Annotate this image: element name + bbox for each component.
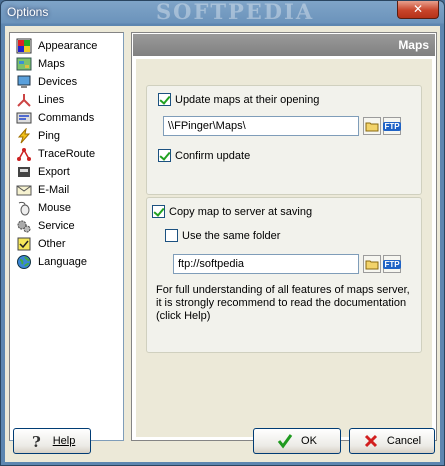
confirm-update-check[interactable] bbox=[158, 149, 171, 162]
help-button[interactable]: ? Help bbox=[13, 428, 91, 454]
update-maps-check[interactable] bbox=[158, 93, 171, 106]
nav-item-label: Export bbox=[38, 166, 70, 178]
nav-item-ping[interactable]: Ping bbox=[16, 127, 60, 145]
lightning-icon bbox=[16, 127, 32, 144]
copy-map-label: Copy map to server at saving bbox=[169, 205, 313, 218]
nav-item-maps[interactable]: Maps bbox=[16, 55, 65, 73]
nav-item-other[interactable]: Other bbox=[16, 235, 66, 253]
nav-item-email[interactable]: E-Mail bbox=[16, 181, 69, 199]
svg-text:?: ? bbox=[32, 433, 41, 449]
panel-body: Update maps at their opening \\FPinger\M… bbox=[136, 59, 432, 437]
copy-map-group: Copy map to server at saving Use the sam… bbox=[146, 197, 422, 353]
ftp-icon: FTP bbox=[383, 259, 401, 269]
checkmark-icon bbox=[277, 433, 293, 449]
nav-item-label: Ping bbox=[38, 130, 61, 142]
maps-settings-panel: Maps Update maps at their opening \\FPin… bbox=[131, 32, 437, 441]
dialog-client: Appearance Maps Devices Lines Commands P… bbox=[5, 26, 440, 462]
globe-icon bbox=[16, 254, 32, 270]
nav-item-devices[interactable]: Devices bbox=[16, 73, 77, 91]
ok-button[interactable]: OK bbox=[253, 428, 341, 454]
lines-icon bbox=[16, 92, 32, 108]
nav-item-language[interactable]: Language bbox=[16, 253, 87, 271]
nav-item-label: TraceRoute bbox=[38, 148, 96, 160]
cancel-label: Cancel bbox=[386, 435, 422, 447]
gears-icon bbox=[16, 218, 32, 234]
same-folder-checkbox[interactable]: Use the same folder bbox=[165, 229, 280, 242]
same-folder-check[interactable] bbox=[165, 229, 178, 242]
confirm-update-label: Confirm update bbox=[175, 149, 251, 162]
nav-item-mouse[interactable]: Mouse bbox=[16, 199, 71, 217]
help-label: Help bbox=[52, 435, 76, 447]
nav-item-label: Maps bbox=[38, 58, 65, 70]
export-icon bbox=[16, 164, 32, 180]
copy-map-checkbox[interactable]: Copy map to server at saving bbox=[152, 205, 312, 218]
options-window: Options SOFTPEDIA ✕ Appearance Maps Devi… bbox=[0, 0, 445, 466]
nav-item-export[interactable]: Export bbox=[16, 163, 70, 181]
nav-item-label: Devices bbox=[38, 76, 78, 88]
traceroute-icon bbox=[16, 146, 32, 162]
nav-item-lines[interactable]: Lines bbox=[16, 91, 64, 109]
nav-item-label: Appearance bbox=[38, 40, 98, 52]
nav-item-commands[interactable]: Commands bbox=[16, 109, 94, 127]
close-button[interactable]: ✕ bbox=[397, 1, 439, 19]
server-path-input[interactable]: ftp://softpedia bbox=[173, 254, 359, 274]
panel-title: Maps bbox=[133, 34, 435, 56]
email-icon bbox=[16, 182, 32, 198]
watermark: SOFTPEDIA bbox=[156, 0, 315, 24]
computer-icon bbox=[16, 74, 32, 90]
browse-folder-button[interactable] bbox=[363, 117, 381, 135]
update-maps-checkbox[interactable]: Update maps at their opening bbox=[158, 93, 319, 106]
nav-item-label: Mouse bbox=[38, 202, 72, 214]
same-folder-label: Use the same folder bbox=[182, 229, 281, 242]
options-nav-list[interactable]: Appearance Maps Devices Lines Commands P… bbox=[9, 32, 124, 441]
commands-icon bbox=[16, 110, 32, 126]
nav-item-label: Lines bbox=[38, 94, 65, 106]
nav-item-traceroute[interactable]: TraceRoute bbox=[16, 145, 95, 163]
folder-icon bbox=[365, 122, 379, 132]
nav-item-label: E-Mail bbox=[38, 184, 70, 196]
title-bar[interactable]: Options SOFTPEDIA ✕ bbox=[1, 0, 444, 24]
update-maps-label: Update maps at their opening bbox=[175, 93, 320, 106]
ftp-browse-button[interactable]: FTP bbox=[383, 117, 401, 135]
ok-label: OK bbox=[301, 435, 317, 447]
palette-icon bbox=[16, 38, 32, 54]
nav-item-label: Commands bbox=[38, 112, 95, 124]
nav-item-label: Other bbox=[38, 238, 66, 250]
confirm-update-checkbox[interactable]: Confirm update bbox=[158, 149, 250, 162]
map-icon bbox=[16, 56, 32, 72]
help-icon: ? bbox=[29, 433, 45, 451]
checklist-icon bbox=[16, 236, 32, 252]
maps-path-input[interactable]: \\FPinger\Maps\ bbox=[163, 116, 359, 136]
maps-server-note: For full understanding of all features o… bbox=[156, 284, 410, 322]
copy-map-check[interactable] bbox=[152, 205, 165, 218]
folder-icon bbox=[365, 260, 379, 270]
nav-item-service[interactable]: Service bbox=[16, 217, 75, 235]
nav-item-label: Language bbox=[38, 256, 87, 268]
update-maps-group: Update maps at their opening \\FPinger\M… bbox=[146, 85, 422, 195]
cross-icon bbox=[363, 433, 379, 449]
window-title: Options bbox=[7, 5, 49, 19]
server-ftp-browse-button[interactable]: FTP bbox=[383, 255, 401, 273]
nav-item-label: Service bbox=[38, 220, 75, 232]
mouse-icon bbox=[16, 200, 32, 216]
ftp-icon: FTP bbox=[383, 121, 401, 131]
cancel-button[interactable]: Cancel bbox=[349, 428, 435, 454]
server-browse-folder-button[interactable] bbox=[363, 255, 381, 273]
nav-item-appearance[interactable]: Appearance bbox=[16, 37, 97, 55]
